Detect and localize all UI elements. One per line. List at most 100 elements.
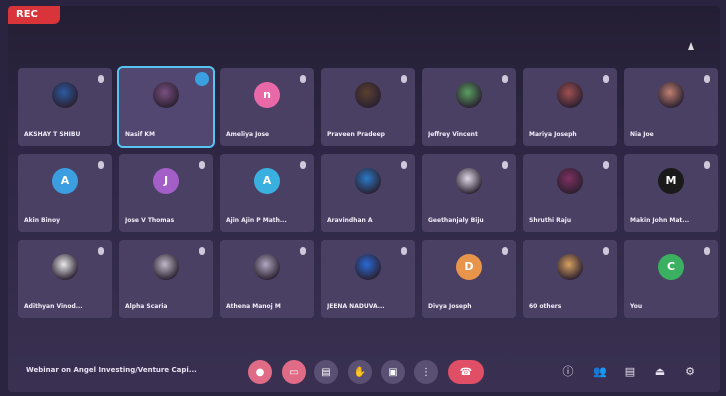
participant-tile[interactable]: JEENA NADUVA... (321, 240, 415, 318)
participant-name: Alpha Scaria (125, 303, 168, 310)
participant-tile[interactable]: Alpha Scaria (119, 240, 213, 318)
participant-tile[interactable]: Nia Joe (624, 68, 718, 146)
mic-muted-icon (300, 161, 306, 169)
hand-icon: ✋ (353, 366, 367, 378)
participant-name: Ajin Ajin P Math... (226, 217, 287, 224)
avatar: n (254, 81, 280, 108)
avatar (557, 253, 583, 280)
participant-name: JEENA NADUVA... (327, 303, 385, 310)
mic-muted-icon (603, 75, 609, 83)
avatar (658, 81, 684, 108)
participant-name: AKSHAY T SHIBU (24, 131, 81, 138)
avatar: D (456, 253, 482, 280)
participant-name: Ameliya Jose (226, 131, 270, 138)
people-icon[interactable]: 👥 (593, 364, 607, 378)
avatar: M (658, 167, 684, 194)
avatar (456, 81, 482, 108)
avatar (456, 167, 482, 194)
participant-name: Akin Binoy (24, 217, 60, 224)
avatar: J (153, 167, 179, 194)
participant-tile[interactable]: J Jose V Thomas (119, 154, 213, 232)
mic-muted-icon (502, 161, 508, 169)
participant-name: You (630, 303, 643, 310)
captions-icon: ▤ (321, 366, 331, 378)
participant-tile[interactable]: Mariya Joseph (523, 68, 617, 146)
recording-badge: REC (8, 6, 60, 24)
avatar (153, 253, 179, 280)
mic-muted-icon (401, 75, 407, 83)
mic-button[interactable]: ● (248, 360, 272, 384)
participant-tile[interactable]: D Divya Joseph (422, 240, 516, 318)
avatar: A (52, 167, 78, 194)
mic-muted-icon (502, 247, 508, 255)
avatar (52, 81, 78, 108)
participant-name: Jose V Thomas (125, 217, 175, 224)
participant-tile[interactable]: 60 others (523, 240, 617, 318)
mic-muted-icon (603, 161, 609, 169)
participant-tile[interactable]: Athena Manoj M (220, 240, 314, 318)
mic-muted-icon (199, 161, 205, 169)
participant-tile[interactable]: AKSHAY T SHIBU (18, 68, 112, 146)
mic-muted-icon (98, 247, 104, 255)
raise-hand-button[interactable]: ✋ (348, 360, 372, 384)
mic-muted-icon (401, 161, 407, 169)
participant-tile[interactable]: Adithyan Vinod... (18, 240, 112, 318)
captions-button[interactable]: ▤ (314, 360, 338, 384)
mic-muted-icon (704, 247, 710, 255)
avatar: A (254, 167, 280, 194)
participant-name: Jeffrey Vincent (428, 131, 478, 138)
camera-button[interactable]: ▭ (282, 360, 306, 384)
mic-muted-icon (603, 247, 609, 255)
more-vert-icon: ⋮ (421, 366, 431, 378)
participant-name: Makin John Mat... (630, 217, 690, 224)
bottom-toolbar: Webinar on Angel Investing/Venture Capi.… (8, 352, 720, 392)
participant-name: Mariya Joseph (529, 131, 577, 138)
participant-name: Shruthi Raju (529, 217, 572, 224)
participant-tile[interactable]: Jeffrey Vincent (422, 68, 516, 146)
camera-off-icon: ▭ (289, 366, 299, 378)
participant-name: Aravindhan A (327, 217, 373, 224)
avatar (153, 81, 179, 108)
mic-muted-icon (401, 247, 407, 255)
info-icon[interactable]: ⓘ (561, 364, 575, 378)
participant-tile[interactable]: A Akin Binoy (18, 154, 112, 232)
mic-muted-icon (199, 247, 205, 255)
participant-name: Adithyan Vinod... (24, 303, 83, 310)
present-icon: ▣ (388, 366, 398, 378)
participant-tile[interactable]: Shruthi Raju (523, 154, 617, 232)
participant-tile[interactable]: M Makin John Mat... (624, 154, 718, 232)
present-button[interactable]: ▣ (381, 360, 405, 384)
speaking-indicator-icon (195, 72, 209, 86)
participant-tile[interactable]: n Ameliya Jose (220, 68, 314, 146)
participant-name: Praveen Pradeep (327, 131, 385, 138)
participant-tile[interactable]: Nasif KM (117, 66, 215, 148)
activities-icon[interactable]: ⏏ (653, 364, 667, 378)
host-controls-icon[interactable]: ⚙ (683, 364, 697, 378)
mic-muted-icon (98, 75, 104, 83)
participant-tile[interactable]: Aravindhan A (321, 154, 415, 232)
chat-icon[interactable]: ▤ (623, 364, 637, 378)
participant-name: Nasif KM (125, 131, 156, 138)
participant-name: Divya Joseph (428, 303, 472, 310)
participant-name: Athena Manoj M (226, 303, 281, 310)
phone-hangup-icon: ☎ (459, 366, 473, 378)
mic-off-icon: ● (255, 366, 265, 378)
mic-muted-icon (704, 161, 710, 169)
avatar (254, 253, 280, 280)
more-options-button[interactable]: ⋮ (414, 360, 438, 384)
participant-tile[interactable]: C You (624, 240, 718, 318)
avatar (557, 81, 583, 108)
avatar (355, 167, 381, 194)
avatar: C (658, 253, 684, 280)
participant-name: Geethanjaly Biju (428, 217, 484, 224)
avatar (557, 167, 583, 194)
participant-tile[interactable]: Praveen Pradeep (321, 68, 415, 146)
avatar (355, 253, 381, 280)
participant-tile[interactable]: A Ajin Ajin P Math... (220, 154, 314, 232)
mouse-cursor-icon (688, 42, 694, 50)
participant-name: Nia Joe (630, 131, 654, 138)
end-call-button[interactable]: ☎ (448, 360, 484, 384)
participant-tile[interactable]: Geethanjaly Biju (422, 154, 516, 232)
mic-muted-icon (98, 161, 104, 169)
meeting-title[interactable]: Webinar on Angel Investing/Venture Capi.… (26, 366, 197, 374)
